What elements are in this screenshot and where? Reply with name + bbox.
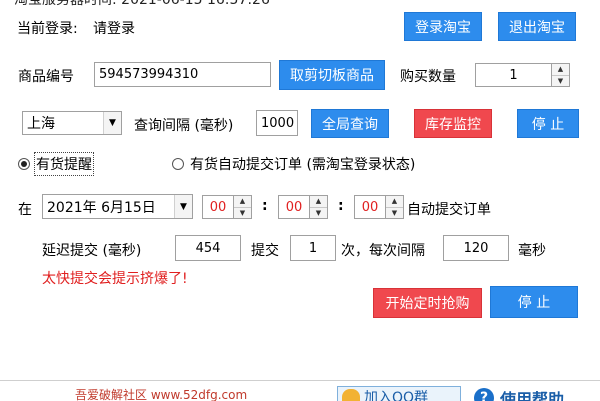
server-time-text: 淘宝服务器时间: 2021-06-15 16:57:26 — [14, 0, 270, 8]
footer-bar: 吾爱破解社区 www.52dfg.com 加入QQ群 ? 使用帮助 — [0, 380, 600, 401]
region-selected-value: 上海 — [27, 116, 55, 132]
minute-arrows[interactable]: ▲ ▼ — [309, 196, 327, 218]
colon-separator-2: : — [338, 198, 344, 214]
product-id-input[interactable]: 594573994310 — [94, 62, 271, 87]
minute-stepper[interactable]: 00 ▲ ▼ — [278, 195, 328, 219]
hour-value[interactable]: 00 — [203, 196, 233, 218]
delay-ms-input[interactable]: 454 — [175, 235, 241, 261]
ms-label: 毫秒 — [518, 243, 546, 259]
minute-down-icon[interactable]: ▼ — [310, 207, 327, 218]
radio-auto-submit[interactable]: 有货自动提交订单 (需淘宝登录状态) — [172, 154, 415, 174]
hour-down-icon[interactable]: ▼ — [234, 207, 251, 218]
radio-dot-selected[interactable] — [18, 158, 30, 170]
date-value: 2021年 6月15日 — [47, 199, 156, 216]
stop-purchase-button[interactable]: 停 止 — [490, 286, 578, 318]
purchase-qty-value[interactable]: 1 — [476, 64, 551, 86]
warning-text: 太快提交会提示挤爆了! — [42, 271, 188, 287]
product-id-label: 商品编号 — [18, 69, 74, 85]
logout-taobao-button[interactable]: 退出淘宝 — [498, 12, 576, 41]
radio-stock-alert-label: 有货提醒 — [34, 152, 94, 176]
at-label: 在 — [18, 202, 32, 218]
date-picker[interactable]: 2021年 6月15日 ▼ — [42, 194, 193, 219]
help-button[interactable]: ? 使用帮助 — [474, 386, 564, 401]
server-time-clipped: 淘宝服务器时间: 2021-06-15 16:57:26 — [0, 0, 600, 8]
radio-dot-unselected[interactable] — [172, 158, 184, 170]
chevron-down-icon[interactable]: ▼ — [103, 112, 121, 134]
submit-label: 提交 — [251, 243, 279, 259]
second-down-icon[interactable]: ▼ — [386, 207, 403, 218]
hour-stepper[interactable]: 00 ▲ ▼ — [202, 195, 252, 219]
join-qq-group-label: 加入QQ群 — [364, 390, 429, 401]
radio-auto-submit-label: 有货自动提交订单 (需淘宝登录状态) — [190, 157, 416, 173]
global-query-button[interactable]: 全局查询 — [311, 109, 389, 138]
qq-penguin-icon — [342, 389, 360, 401]
second-stepper[interactable]: 00 ▲ ▼ — [354, 195, 404, 219]
auto-submit-order-label: 自动提交订单 — [407, 202, 491, 218]
login-status-value: 请登录 — [93, 21, 135, 37]
second-value[interactable]: 00 — [355, 196, 385, 218]
colon-separator: : — [262, 198, 268, 214]
query-interval-label: 查询间隔 (毫秒) — [134, 118, 234, 134]
join-qq-group-button[interactable]: 加入QQ群 — [337, 386, 461, 401]
delay-submit-label: 延迟提交 (毫秒) — [42, 243, 142, 259]
hour-arrows[interactable]: ▲ ▼ — [233, 196, 251, 218]
login-status-label: 当前登录: — [17, 21, 78, 37]
times-interval-label: 次，每次间隔 — [341, 243, 425, 259]
calendar-dropdown-icon[interactable]: ▼ — [174, 195, 192, 218]
stepper-arrows[interactable]: ▲ ▼ — [551, 64, 569, 86]
radio-stock-alert[interactable]: 有货提醒 — [18, 152, 94, 176]
region-select[interactable]: 上海 ▼ — [22, 111, 122, 135]
stepper-up-icon[interactable]: ▲ — [552, 64, 569, 76]
hour-up-icon[interactable]: ▲ — [234, 196, 251, 208]
help-icon: ? — [474, 388, 494, 401]
forum-link[interactable]: 吾爱破解社区 www.52dfg.com — [75, 386, 247, 401]
stock-monitor-button[interactable]: 库存监控 — [414, 109, 492, 138]
stop-query-button[interactable]: 停 止 — [517, 109, 579, 138]
gap-ms-input[interactable]: 120 — [443, 235, 509, 261]
stepper-down-icon[interactable]: ▼ — [552, 75, 569, 86]
paste-clipboard-product-button[interactable]: 取剪切板商品 — [279, 60, 385, 90]
login-taobao-button[interactable]: 登录淘宝 — [404, 12, 482, 41]
minute-value[interactable]: 00 — [279, 196, 309, 218]
purchase-qty-stepper[interactable]: 1 ▲ ▼ — [475, 63, 570, 87]
minute-up-icon[interactable]: ▲ — [310, 196, 327, 208]
submit-times-input[interactable]: 1 — [290, 235, 336, 261]
second-arrows[interactable]: ▲ ▼ — [385, 196, 403, 218]
purchase-qty-label: 购买数量 — [400, 69, 456, 85]
help-label: 使用帮助 — [500, 390, 565, 401]
start-timed-purchase-button[interactable]: 开始定时抢购 — [373, 288, 482, 318]
second-up-icon[interactable]: ▲ — [386, 196, 403, 208]
query-interval-input[interactable]: 1000 — [256, 110, 298, 136]
